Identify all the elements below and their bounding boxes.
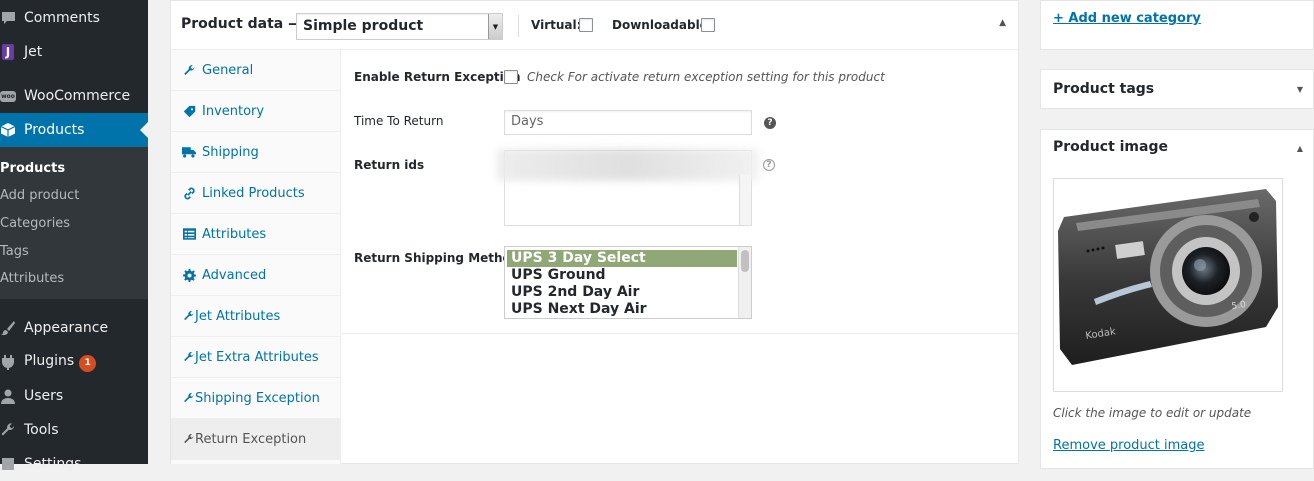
return-shipping-method-listbox[interactable]: UPS 3 Day Select UPS Ground UPS 2nd Day … [504, 246, 752, 319]
time-to-return-label: Time To Return [354, 114, 444, 128]
time-to-return-input[interactable]: Days [504, 110, 752, 135]
product-data-header: Product data — Simple product ▼ Virtual:… [171, 1, 1018, 50]
svg-text:5.0: 5.0 [1231, 300, 1247, 312]
tab-return-exception[interactable]: Return Exception [171, 419, 341, 460]
tab-shipping-exception[interactable]: Shipping Exception [171, 378, 341, 419]
wrench-icon [0, 421, 16, 439]
gear-icon [182, 268, 196, 282]
sidebar-item-plugins[interactable]: Plugins 1 [0, 345, 148, 379]
jet-icon: J [0, 43, 16, 61]
collapse-toggle-icon[interactable]: ▲ [999, 18, 1006, 28]
paintbrush-icon [0, 319, 16, 337]
remove-product-image-link[interactable]: Remove product image [1053, 438, 1205, 453]
return-exception-panel: Enable Return Exception Check For activa… [342, 50, 1018, 334]
product-data-metabox: Product data — Simple product ▼ Virtual:… [170, 0, 1019, 464]
sidebar-item-jet[interactable]: J Jet [0, 35, 148, 69]
time-to-return-placeholder: Days [511, 114, 544, 129]
tab-attributes[interactable]: Attributes [171, 214, 341, 255]
wrench-icon [182, 432, 196, 446]
shipping-option[interactable]: UPS 3 Day Select [507, 250, 737, 267]
sidebar-item-settings[interactable]: Settings [0, 447, 148, 481]
listbox-scrollbar[interactable] [738, 247, 751, 318]
admin-sidebar: Comments J Jet woo WooCommerce Products … [0, 0, 148, 472]
return-shipping-method-label: Return Shipping Method [354, 251, 520, 265]
redacted-region [497, 149, 759, 181]
header-divider [518, 15, 519, 37]
product-tags-box: Product tags ▼ [1040, 69, 1314, 109]
product-tags-title[interactable]: Product tags [1053, 81, 1154, 97]
sidebar-item-tools[interactable]: Tools [0, 413, 148, 447]
scrollbar-thumb[interactable] [741, 250, 749, 272]
tab-advanced[interactable]: Advanced [171, 255, 341, 296]
return-ids-scrollbar[interactable] [739, 175, 751, 225]
product-data-title: Product data — [181, 16, 303, 32]
shipping-option[interactable]: UPS Next Day Air [507, 301, 737, 318]
sidebar-item-woocommerce[interactable]: woo WooCommerce [0, 79, 148, 113]
tag-icon [182, 104, 196, 118]
shipping-option[interactable]: UPS 2nd Day Air [507, 284, 737, 301]
tab-shipping[interactable]: Shipping [171, 132, 341, 173]
product-image-title: Product image [1053, 139, 1168, 155]
sidebar-item-users[interactable]: Users [0, 379, 148, 413]
table-icon [182, 227, 196, 241]
return-ids-select[interactable] [497, 149, 759, 226]
product-type-select[interactable]: Simple product ▼ [296, 13, 503, 40]
products-submenu: Products Add product Categories Tags Att… [0, 147, 148, 299]
box-icon [0, 121, 16, 139]
submenu-item-add-product[interactable]: Add product [0, 188, 79, 203]
downloadable-label: Downloadable: [612, 18, 713, 32]
plug-icon [0, 353, 16, 371]
product-image-caption: Click the image to edit or update [1053, 406, 1252, 420]
link-icon [182, 186, 196, 200]
tab-inventory[interactable]: Inventory [171, 91, 341, 132]
wrench-icon [182, 391, 196, 405]
select-arrow-icon: ▼ [488, 14, 502, 39]
woo-icon: woo [0, 90, 16, 102]
downloadable-checkbox[interactable] [701, 18, 715, 32]
add-new-category-link[interactable]: + Add new category [1053, 11, 1201, 26]
sidebar-item-appearance[interactable]: Appearance [0, 311, 148, 345]
enable-return-exception-description: Check For activate return exception sett… [527, 70, 885, 84]
product-type-value: Simple product [303, 18, 424, 34]
tab-jet-attributes[interactable]: Jet Attributes [171, 296, 341, 337]
collapse-toggle-icon[interactable]: ▲ [1297, 144, 1303, 153]
wrench-icon [182, 63, 196, 77]
comment-icon [0, 9, 16, 27]
return-ids-label: Return ids [354, 158, 425, 172]
product-image-thumbnail[interactable]: Kodak 5.0 [1053, 178, 1283, 392]
product-categories-box: + Add new category [1040, 0, 1314, 50]
enable-return-exception-label: Enable Return Exception [354, 70, 521, 84]
shipping-option[interactable]: UPS Ground [507, 267, 737, 284]
help-icon[interactable]: ? [764, 117, 776, 129]
virtual-checkbox[interactable] [579, 18, 593, 32]
tab-jet-extra-attributes[interactable]: Jet Extra Attributes [171, 337, 341, 378]
wrench-icon [182, 309, 196, 323]
sidebar-item-products[interactable]: Products [0, 113, 148, 147]
enable-return-exception-checkbox[interactable] [504, 70, 518, 84]
help-icon[interactable]: ? [763, 159, 775, 171]
plugins-update-badge: 1 [79, 354, 97, 372]
product-data-tabs: General Inventory Shipping Linked Produc… [171, 50, 341, 464]
tab-linked-products[interactable]: Linked Products [171, 173, 341, 214]
submenu-item-attributes[interactable]: Attributes [0, 271, 64, 286]
user-icon [0, 387, 16, 405]
submenu-item-categories[interactable]: Categories [0, 216, 70, 231]
product-image-box: Product image ▲ Kodak 5.0 Click the imag… [1040, 129, 1314, 469]
plugins-label: Plugins [24, 352, 75, 369]
virtual-label: Virtual: [531, 18, 582, 32]
wrench-icon [182, 350, 196, 364]
sidebar-item-comments[interactable]: Comments [0, 1, 148, 35]
settings-icon [0, 455, 16, 473]
truck-icon [182, 145, 196, 159]
expand-toggle-icon[interactable]: ▼ [1297, 85, 1303, 94]
submenu-item-products[interactable]: Products [0, 161, 65, 176]
tab-general[interactable]: General [171, 50, 341, 91]
submenu-item-tags[interactable]: Tags [0, 244, 29, 259]
camera-image: Kodak 5.0 [1058, 189, 1278, 365]
